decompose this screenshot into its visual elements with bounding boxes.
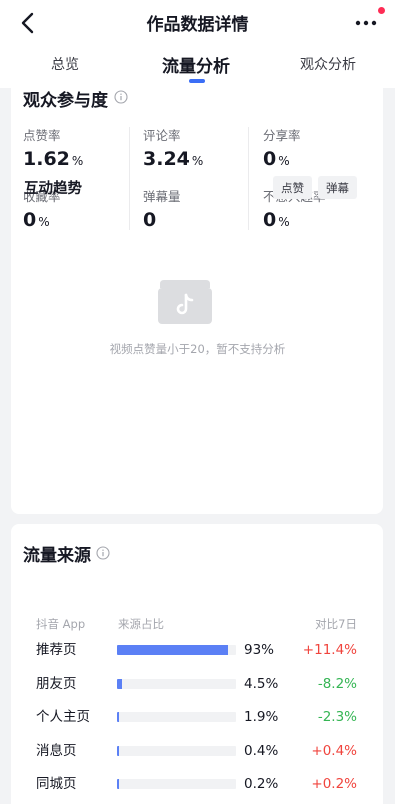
engagement-title: 观众参与度	[23, 91, 108, 111]
traffic-source-title: 流量来源	[23, 546, 91, 566]
table-row[interactable]: 消息页 0.4% +0.4%	[0, 742, 395, 776]
share-bar-fill	[117, 645, 228, 655]
compare-7d: -2.3%	[317, 709, 357, 725]
compare-7d: +11.4%	[302, 642, 357, 658]
page-title: 作品数据详情	[146, 15, 249, 35]
tiktok-box-icon	[158, 280, 212, 324]
share-bar-fill	[117, 712, 120, 722]
share-percent: 0.2%	[244, 776, 279, 792]
share-bar-track	[117, 712, 236, 722]
chip-danmaku[interactable]: 弹幕	[318, 176, 357, 199]
share-bar-fill	[117, 678, 123, 689]
table-row[interactable]: 朋友页 4.5% -8.2%	[0, 675, 395, 709]
top-bar: 作品数据详情 总览 流量分析 观众分析	[0, 0, 395, 88]
share-bar-fill	[117, 779, 119, 789]
compare-7d: +0.2%	[311, 776, 357, 792]
column-header-app: 抖音 App	[36, 617, 86, 631]
source-name: 消息页	[36, 742, 77, 759]
metric-like-rate: 点赞率 1.62%	[23, 128, 84, 170]
share-bar-track	[117, 645, 236, 655]
active-tab-indicator	[189, 79, 205, 83]
table-row[interactable]: 同城页 0.2% +0.2%	[0, 775, 395, 804]
more-button[interactable]	[351, 8, 381, 38]
column-header-compare: 对比7日	[315, 617, 357, 631]
share-percent: 4.5%	[244, 675, 279, 692]
share-bar-track	[117, 779, 236, 789]
more-dots-icon	[355, 20, 377, 26]
share-bar-track	[117, 678, 236, 689]
metric-share-rate: 分享率 0%	[263, 128, 301, 170]
table-row[interactable]: 个人主页 1.9% -2.3%	[0, 708, 395, 742]
notification-dot	[378, 7, 385, 14]
chip-likes[interactable]: 点赞	[273, 176, 312, 199]
empty-state-message: 视频点赞量小于20，暂不支持分析	[109, 342, 286, 356]
metric-danmaku-count: 弹幕量 0	[143, 189, 181, 231]
metric-comment-rate: 评论率 3.24%	[143, 128, 204, 170]
tab-traffic-analysis[interactable]: 流量分析	[162, 52, 230, 77]
tab-overview[interactable]: 总览	[51, 54, 79, 74]
compare-7d: -8.2%	[317, 675, 357, 692]
share-bar-fill	[117, 745, 119, 756]
table-row[interactable]: 推荐页 93% +11.4%	[0, 641, 395, 675]
compare-7d: +0.4%	[311, 742, 357, 759]
share-percent: 93%	[244, 642, 275, 658]
source-name: 朋友页	[36, 675, 77, 692]
metric-divider	[248, 127, 249, 230]
tab-audience-analysis[interactable]: 观众分析	[300, 54, 356, 74]
metric-divider	[129, 127, 130, 230]
info-icon[interactable]	[114, 90, 128, 104]
share-bar-track	[117, 745, 236, 756]
share-percent: 0.4%	[244, 742, 279, 759]
column-header-share: 来源占比	[118, 617, 164, 631]
source-name: 同城页	[36, 776, 77, 792]
source-name: 个人主页	[36, 709, 90, 725]
interaction-trend-title: 互动趋势	[24, 181, 82, 197]
source-name: 推荐页	[36, 642, 77, 658]
share-percent: 1.9%	[244, 709, 279, 725]
info-icon[interactable]	[96, 546, 110, 560]
tab-bar: 总览 流量分析 观众分析	[0, 50, 395, 88]
